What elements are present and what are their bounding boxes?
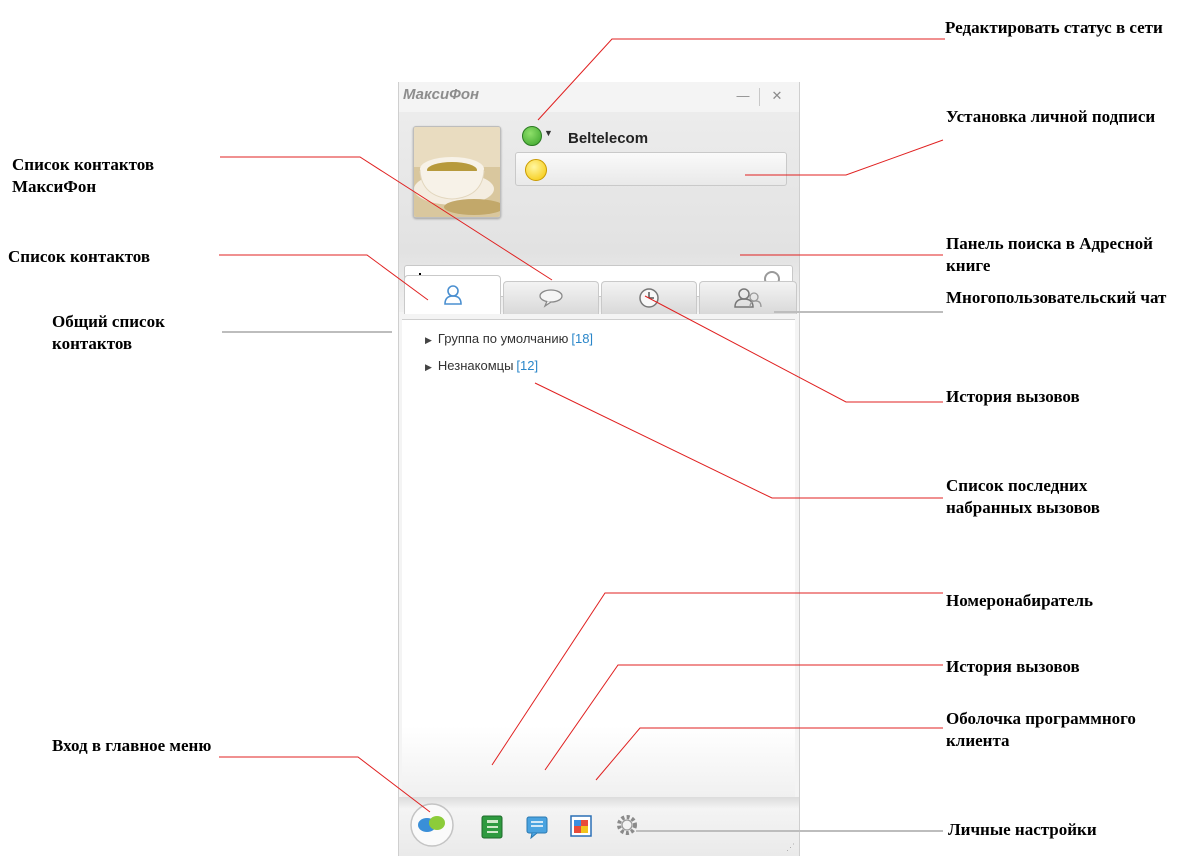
leader-contact-list bbox=[219, 254, 429, 301]
callout-general-contacts: Общий список контактов bbox=[52, 312, 165, 353]
leader-edit-status bbox=[537, 38, 945, 121]
callout-call-history-button: История вызовов bbox=[946, 657, 1080, 676]
callout-personal-settings: Личные настройки bbox=[948, 820, 1097, 839]
callout-main-menu: Вход в главное меню bbox=[52, 736, 212, 755]
leader-skin bbox=[595, 727, 943, 781]
callout-contact-list: Список контактов bbox=[8, 247, 151, 266]
callout-maxifon-contacts: Список контактов МаксиФон bbox=[12, 155, 155, 196]
callout-edit-status: Редактировать статус в сети bbox=[945, 18, 1163, 37]
leader-main-menu bbox=[219, 756, 431, 813]
callout-personal-signature: Установка личной подписи bbox=[946, 107, 1156, 126]
leader-dialer bbox=[491, 592, 943, 766]
leader-maxifon-contacts bbox=[220, 156, 553, 281]
callout-recent-calls: Список последних набранных вызовов bbox=[946, 476, 1100, 517]
callout-client-skin: Оболочка программного клиента bbox=[946, 709, 1136, 750]
leader-recent-calls bbox=[534, 382, 943, 499]
leader-signature bbox=[745, 139, 944, 176]
callout-call-history-tab: История вызовов bbox=[946, 387, 1080, 406]
leader-call-history-btn bbox=[544, 664, 943, 771]
callout-dialer: Номеронабиратель bbox=[946, 591, 1094, 610]
callout-multiuser-chat: Многопользовательский чат bbox=[946, 288, 1167, 307]
callout-address-book-search: Панель поиска в Адресной книге bbox=[946, 234, 1153, 275]
